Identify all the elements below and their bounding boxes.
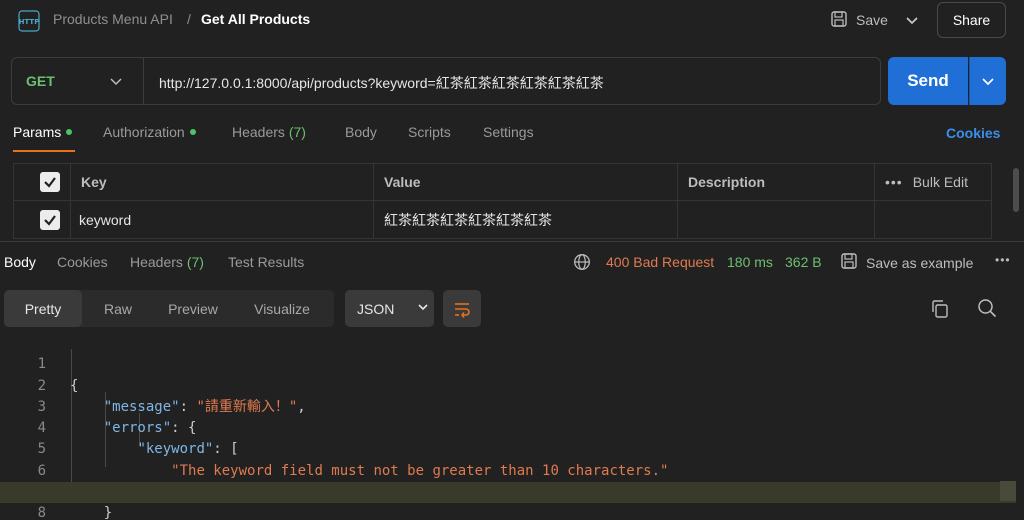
response-time[interactable]: 180 ms <box>727 254 773 270</box>
view-visualize[interactable]: Visualize <box>232 290 332 327</box>
authorization-active-dot <box>189 129 196 136</box>
code-line: 3 "errors": { <box>0 376 1016 436</box>
code-line: 1 { <box>0 333 1016 393</box>
svg-text:HTTP: HTTP <box>19 18 40 26</box>
send-options-chevron-down-icon[interactable] <box>969 57 1006 105</box>
more-horizontal-icon: ••• <box>885 174 903 190</box>
response-tab-test-results[interactable]: Test Results <box>228 254 304 270</box>
select-all-checkbox[interactable] <box>40 172 60 192</box>
request-title[interactable]: Get All Products <box>201 11 310 27</box>
http-icon: HTTP <box>18 10 40 32</box>
column-header-value: Value <box>374 164 678 200</box>
status-badge[interactable]: 400 Bad Request <box>606 254 714 270</box>
save-button[interactable]: Save <box>830 6 888 34</box>
url-input[interactable]: http://127.0.0.1:8000/api/products?keywo… <box>159 73 604 93</box>
panel-divider[interactable] <box>0 241 1024 242</box>
tab-body[interactable]: Body <box>345 124 377 140</box>
breadcrumb-collection[interactable]: Products Menu API <box>53 11 173 27</box>
bulk-edit-button[interactable]: ••• Bulk Edit <box>875 164 991 200</box>
more-options-icon[interactable]: ••• <box>995 253 1011 267</box>
format-select[interactable]: JSON <box>345 290 434 327</box>
save-options-chevron-down-icon[interactable] <box>902 8 922 32</box>
view-raw[interactable]: Raw <box>82 290 154 327</box>
table-row: keyword 紅茶紅茶紅茶紅茶紅茶紅茶 <box>13 201 992 239</box>
breadcrumb-separator: / <box>187 11 191 27</box>
param-description[interactable] <box>678 201 875 238</box>
search-icon[interactable] <box>976 297 998 319</box>
save-icon <box>840 252 858 273</box>
method-chevron-down-icon[interactable] <box>108 72 124 90</box>
code-line: 2 "message": "請重新輸入！", <box>0 354 1016 415</box>
copy-icon[interactable] <box>929 298 951 320</box>
view-mode-group: Pretty Raw Preview Visualize <box>4 290 334 327</box>
row-checkbox[interactable] <box>40 209 60 230</box>
active-tab-indicator <box>13 150 75 152</box>
tab-settings[interactable]: Settings <box>483 124 534 140</box>
tab-params[interactable]: Params <box>13 124 73 140</box>
method-select[interactable]: GET <box>26 73 55 89</box>
code-line: 4 "keyword": [ <box>0 397 1016 457</box>
column-header-key: Key <box>71 164 374 200</box>
column-header-description: Description <box>678 164 875 200</box>
response-tab-body[interactable]: Body <box>4 254 36 270</box>
params-active-dot <box>66 129 73 136</box>
params-table: Key Value Description ••• Bulk Edit keyw… <box>13 163 992 241</box>
save-label: Save <box>856 12 888 28</box>
code-line: 7 } <box>0 461 1016 520</box>
tab-headers[interactable]: Headers (7) <box>232 124 306 140</box>
url-divider <box>143 58 144 104</box>
param-key[interactable]: keyword <box>71 201 374 238</box>
line-number: 8 <box>37 505 46 520</box>
response-tab-headers[interactable]: Headers (7) <box>130 254 204 270</box>
code-line: 5 "The keyword field must not be greater… <box>0 418 1016 478</box>
code-line: 6 ] <box>0 440 1016 500</box>
globe-icon[interactable] <box>573 253 591 271</box>
view-pretty[interactable]: Pretty <box>4 290 82 327</box>
param-value[interactable]: 紅茶紅茶紅茶紅茶紅茶紅茶 <box>374 201 678 238</box>
cookies-link[interactable]: Cookies <box>946 125 1000 141</box>
code-line-current: 8 } <box>0 482 1016 520</box>
share-button[interactable]: Share <box>937 2 1006 38</box>
response-size[interactable]: 362 B <box>785 254 822 270</box>
send-button[interactable]: Send <box>888 57 968 105</box>
tab-authorization[interactable]: Authorization <box>103 124 196 140</box>
save-as-example-button[interactable]: Save as example <box>840 252 973 273</box>
response-body-editor[interactable]: 1 { 2 "message": "請重新輸入！", 3 "errors": {… <box>0 333 1024 520</box>
params-scrollbar[interactable] <box>1013 168 1019 212</box>
tab-scripts[interactable]: Scripts <box>408 124 451 140</box>
save-icon <box>830 10 848 31</box>
view-preview[interactable]: Preview <box>154 290 232 327</box>
response-tab-cookies[interactable]: Cookies <box>57 254 108 270</box>
wrap-lines-icon <box>455 302 470 318</box>
chevron-down-icon <box>416 300 430 317</box>
params-header-row: Key Value Description ••• Bulk Edit <box>13 163 992 201</box>
editor-scrollbar[interactable] <box>1000 481 1016 501</box>
wrap-lines-button[interactable] <box>443 290 481 327</box>
